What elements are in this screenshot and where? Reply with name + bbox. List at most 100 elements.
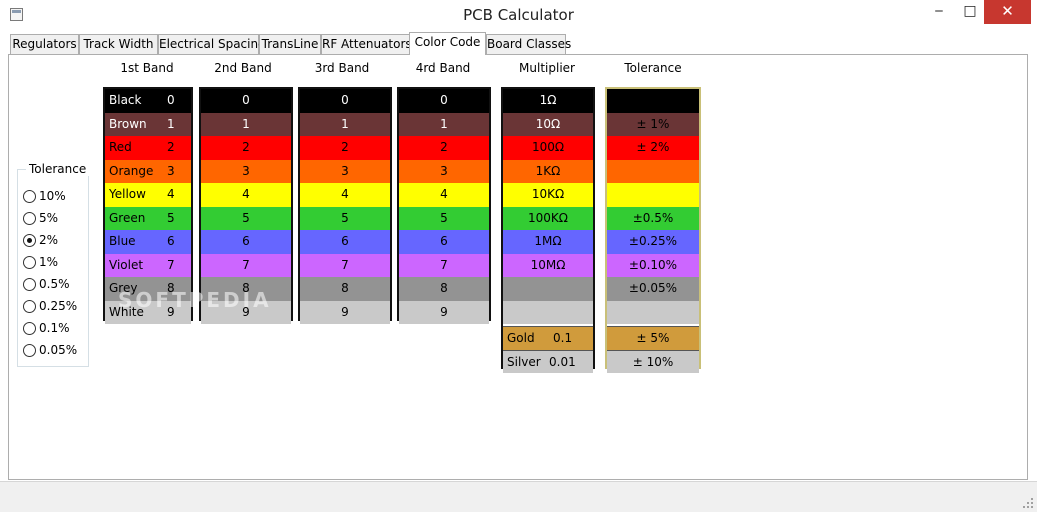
tab-transline[interactable]: TransLine	[259, 34, 321, 55]
multiplier-cell	[503, 300, 593, 324]
header-first-band: 1st Band	[120, 61, 174, 75]
color-digit: 6	[167, 234, 175, 248]
digit-cell: 9	[201, 300, 291, 324]
tolerance-cell: ±0.05%	[607, 277, 699, 301]
digit-cell: 7	[300, 253, 390, 277]
tolerance-silver-cell: ± 10%	[607, 349, 699, 373]
minimize-button[interactable]: ‒	[922, 0, 956, 24]
tab-electrical-spacing[interactable]: Electrical Spacing	[158, 34, 266, 55]
digit-cell: 5	[399, 206, 489, 230]
resize-grip-icon[interactable]	[1023, 498, 1033, 508]
tolerance-option-label: 0.05%	[39, 343, 78, 357]
radio-button[interactable]	[23, 255, 36, 269]
tolerance-cell	[607, 89, 699, 113]
multiplier-column: 1Ω 10Ω 100Ω 1KΩ 10KΩ 100KΩ 1MΩ 10MΩ Gold 0.1 Silve…	[501, 87, 595, 373]
tolerance-column: ± 1% ± 2% ±0.5% ±0.25% ±0.10% ±0.05% ± 5% ± 10%	[605, 87, 701, 373]
tolerance-option-label: 0.5%	[39, 277, 70, 291]
multiplier-cell: 1Ω	[503, 89, 593, 113]
tab-rf-attenuators[interactable]: RF Attenuators	[321, 34, 412, 55]
tolerance-option-label: 1%	[39, 255, 59, 269]
digit-cell: 1	[300, 112, 390, 136]
color-digit: 7	[167, 257, 175, 272]
header-third-band: 3rd Band	[314, 61, 370, 75]
color-row: Yellow 4	[105, 183, 191, 207]
digit-cell: 9	[300, 300, 390, 324]
tolerance-option[interactable]: 10%	[23, 188, 66, 204]
digit-cell: 0	[201, 89, 291, 113]
header-tolerance: Tolerance	[624, 61, 682, 75]
radio-button[interactable]	[23, 277, 36, 291]
tolerance-option[interactable]: 0.5%	[23, 276, 70, 292]
color-row: Brown 1	[105, 112, 191, 136]
color-name: Grey	[109, 281, 138, 295]
color-digit: 5	[167, 210, 175, 225]
color-name: Brown	[109, 116, 147, 131]
tolerance-option[interactable]: 0.05%	[23, 342, 77, 358]
digit-cell: 4	[300, 183, 390, 207]
digit-cell: 9	[399, 300, 489, 324]
digit-cell: 6	[399, 230, 489, 254]
multiplier-silver-row: Silver 0.01	[503, 349, 593, 373]
digit-cell: 2	[399, 136, 489, 160]
multiplier-color-name: Silver	[507, 354, 541, 369]
digit-cell: 7	[399, 253, 489, 277]
tolerance-group-label: Tolerance	[26, 162, 90, 176]
color-digit: 9	[167, 304, 175, 319]
digit-cell: 1	[201, 112, 291, 136]
radio-button[interactable]	[23, 321, 36, 335]
multiplier-cell	[503, 277, 593, 301]
third-band-column: 0123456789	[298, 87, 392, 324]
tolerance-option[interactable]: 0.1%	[23, 320, 70, 336]
digit-cell: 8	[300, 277, 390, 301]
tab-track-width[interactable]: Track Width	[79, 34, 158, 55]
color-row: Black 0	[105, 89, 191, 113]
header-multiplier: Multiplier	[519, 61, 575, 75]
radio-button[interactable]	[23, 189, 36, 203]
header-second-band: 2nd Band	[214, 61, 272, 75]
tolerance-option[interactable]: 5%	[23, 210, 58, 226]
radio-button[interactable]	[23, 233, 36, 247]
color-name: Yellow	[109, 187, 146, 201]
radio-button[interactable]	[23, 343, 36, 357]
tab-regulators[interactable]: Regulators	[10, 34, 79, 55]
color-digit: 1	[167, 116, 175, 131]
digit-cell: 3	[300, 159, 390, 183]
tab-board-classes[interactable]: Board Classes	[486, 34, 571, 55]
digit-cell: 8	[201, 277, 291, 301]
color-row: Red 2	[105, 136, 191, 160]
color-digit: 3	[167, 163, 175, 178]
close-button[interactable]: ✕	[984, 0, 1031, 24]
tolerance-option[interactable]: 1%	[23, 254, 58, 270]
digit-cell: 2	[201, 136, 291, 160]
window-title: PCB Calculator	[463, 6, 574, 24]
digit-cell: 0	[300, 89, 390, 113]
second-band-column: 0123456789	[199, 87, 293, 324]
tolerance-option[interactable]: 0.25%	[23, 298, 77, 314]
tolerance-option-label: 2%	[39, 233, 59, 247]
tolerance-cell	[607, 183, 699, 207]
digit-cell: 5	[300, 206, 390, 230]
tolerance-cell: ± 2%	[607, 136, 699, 160]
tolerance-cell: ±0.5%	[607, 206, 699, 230]
digit-cell: 2	[300, 136, 390, 160]
digit-cell: 4	[399, 183, 489, 207]
digit-cell: 3	[399, 159, 489, 183]
tab-bar: Regulators Track Width Electrical Spacin…	[10, 32, 1028, 55]
color-row: Violet 7	[105, 253, 191, 277]
tolerance-option-label: 0.1%	[39, 321, 70, 335]
color-digit: 4	[167, 187, 175, 201]
color-digit: 8	[167, 281, 175, 295]
tolerance-cell: ±0.10%	[607, 253, 699, 277]
tab-color-code[interactable]: Color Code	[409, 32, 486, 55]
radio-button[interactable]	[23, 299, 36, 313]
radio-button[interactable]	[23, 211, 36, 225]
tolerance-cell	[607, 300, 699, 324]
maximize-button[interactable]: □	[956, 0, 984, 24]
color-row: White 9	[105, 300, 191, 324]
tolerance-option[interactable]: 2%	[23, 232, 58, 248]
color-name: Blue	[109, 234, 136, 248]
digit-cell: 1	[399, 112, 489, 136]
status-bar	[0, 481, 1037, 512]
digit-cell: 0	[399, 89, 489, 113]
color-digit: 0	[167, 93, 175, 107]
